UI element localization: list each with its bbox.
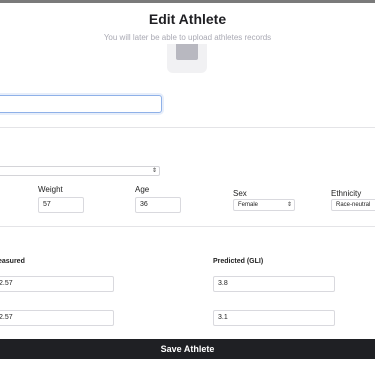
athlete-name-input[interactable]	[0, 95, 162, 113]
athlete-select[interactable]: ⇕	[0, 166, 160, 176]
chevron-updown-icon: ⇕	[151, 168, 157, 174]
image-icon	[176, 44, 198, 60]
divider	[0, 127, 375, 128]
modal-subtitle: You will later be able to upload athlete…	[103, 33, 272, 42]
measured-input-1[interactable]: 2.57	[0, 276, 114, 292]
predicted-input-1[interactable]: 3.8	[213, 276, 335, 292]
weight-input[interactable]: 57	[38, 197, 84, 213]
age-input[interactable]: 36	[135, 197, 181, 213]
measured-label: easured	[0, 258, 25, 265]
sex-label: Sex	[233, 189, 247, 198]
ethnicity-label: Ethnicity	[331, 189, 362, 198]
ethnicity-select-value: Race-neutral	[336, 202, 371, 208]
sex-select-value: Female	[238, 202, 259, 208]
measured-input-2[interactable]: 2.57	[0, 310, 114, 326]
predicted-label: Predicted (GLI)	[213, 258, 264, 265]
avatar-upload[interactable]	[167, 44, 207, 73]
sex-select[interactable]: Female ⇕	[233, 199, 295, 211]
chevron-updown-icon: ⇕	[286, 202, 292, 208]
weight-label: Weight	[38, 185, 63, 194]
predicted-input-2[interactable]: 3.1	[213, 310, 335, 326]
edit-athlete-modal: Edit Athlete You will later be able to u…	[0, 3, 375, 366]
save-athlete-button[interactable]: Save Athlete	[0, 339, 375, 359]
modal-title: Edit Athlete	[148, 11, 227, 27]
age-label: Age	[135, 185, 150, 194]
ethnicity-select[interactable]: Race-neutral	[331, 199, 375, 211]
divider	[0, 226, 375, 227]
